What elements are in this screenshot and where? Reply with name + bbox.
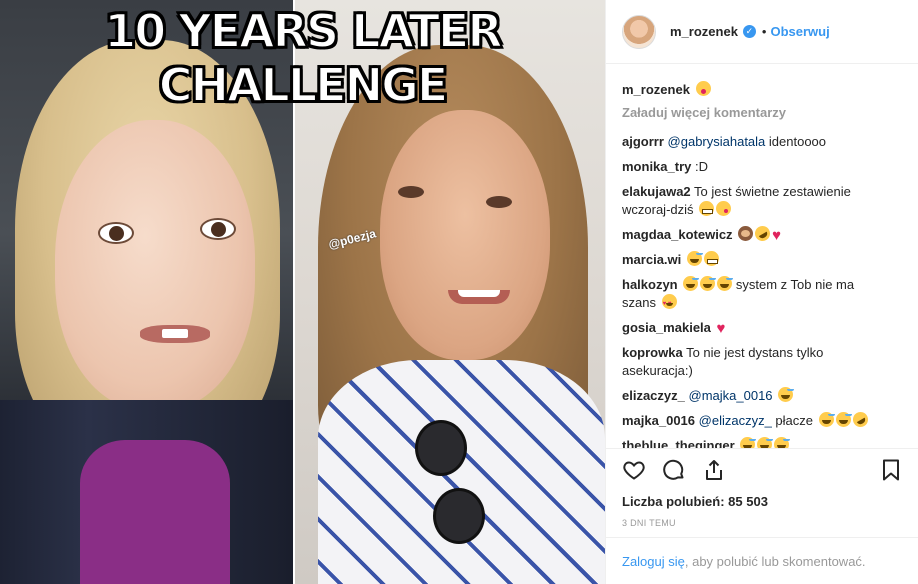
woman-mouth	[448, 290, 510, 304]
action-row	[622, 457, 903, 483]
tongue-wink-emoji-icon	[695, 81, 711, 96]
header-username[interactable]: m_rozenek	[670, 24, 738, 39]
sweat-smile-emoji-icon	[686, 251, 702, 266]
post-actions: Liczba polubień: 85 503 3 DNI TEMU	[606, 448, 918, 528]
comment-username[interactable]: koprowka	[622, 345, 683, 360]
login-prompt: Zaloguj się, aby polubić lub skomentować…	[606, 537, 918, 584]
woman-left-eye	[398, 186, 424, 198]
avatar[interactable]	[622, 14, 656, 49]
comment-username[interactable]: halkozyn	[622, 277, 678, 292]
likes-count[interactable]: Liczba polubień: 85 503	[622, 494, 903, 509]
follow-button[interactable]: Obserwuj	[770, 24, 829, 39]
post-image[interactable]: 10 YEARS LATER CHALLENGE @p0ezja	[0, 0, 605, 584]
post-timestamp: 3 DNI TEMU	[622, 518, 676, 528]
woman-right-eye	[486, 196, 512, 208]
child-face	[55, 120, 255, 410]
caption-username[interactable]: m_rozenek	[622, 82, 690, 97]
comment-row: halkozyn system z Tob nie ma szans	[622, 276, 903, 313]
sweat-smile-emoji-icon	[778, 387, 794, 402]
comment-username[interactable]: theblue_theginger	[622, 438, 735, 448]
rofl-emoji-icon	[752, 223, 773, 244]
sweat-smile-emoji-icon	[683, 276, 699, 291]
monkey-emoji-icon	[738, 226, 754, 241]
comment-mention[interactable]: @majka_0016	[689, 388, 773, 403]
post-header: m_rozenek ✓ • Obserwuj	[606, 0, 918, 64]
comment-text: identoooo	[765, 134, 827, 149]
comment-row: majka_0016 @elizaczyz_ płacze	[622, 409, 903, 430]
comment-row: koprowka To nie jest dystans tylko aseku…	[622, 344, 903, 380]
comment-username[interactable]: monika_try	[622, 159, 691, 174]
sweat-smile-emoji-icon	[717, 276, 733, 291]
comment-row: theblue_theginger	[622, 437, 903, 448]
comment-text: płacze	[771, 413, 814, 428]
comment-mention[interactable]: @elizaczyz_	[699, 413, 772, 428]
wink-emoji-icon	[716, 201, 732, 216]
comment-username[interactable]: gosia_makiela	[622, 320, 711, 335]
post-sidebar: m_rozenek ✓ • Obserwuj m_rozenek Załaduj…	[605, 0, 918, 584]
login-prompt-text: , aby polubić lub skomentować.	[684, 554, 866, 569]
child-right-eye	[200, 218, 236, 240]
sweat-smile-emoji-icon	[700, 276, 716, 291]
child-mouth	[140, 325, 210, 343]
sunglasses	[415, 420, 495, 550]
sweat-smile-emoji-icon	[818, 412, 834, 427]
comment-row: magdaa_kotewicz ♥	[622, 223, 903, 244]
verified-badge-icon: ✓	[742, 25, 756, 38]
comment-username[interactable]: elizaczyz_	[622, 388, 685, 403]
comment-bubble-icon[interactable]	[662, 458, 686, 482]
comment-row: elizaczyz_ @majka_0016	[622, 387, 903, 405]
grimace-emoji-icon	[699, 201, 715, 216]
bookmark-icon[interactable]	[879, 458, 903, 482]
login-link[interactable]: Zaloguj się	[622, 554, 685, 569]
comment-username[interactable]: magdaa_kotewicz	[622, 227, 733, 242]
heart-emoji-icon: ♥	[772, 227, 782, 244]
comment-text: :D	[691, 159, 708, 174]
heart-emoji-icon: ♥	[716, 320, 726, 337]
comments-list[interactable]: m_rozenek Załaduj więcej komentarzy ajgo…	[606, 64, 918, 448]
comment-username[interactable]: elakujawa2	[622, 184, 691, 199]
caption: m_rozenek	[622, 81, 903, 99]
share-icon[interactable]	[702, 458, 726, 482]
comment-mention[interactable]: @gabrysiahatala	[668, 134, 766, 149]
grimace-emoji-icon	[703, 251, 719, 266]
woman-face	[380, 110, 550, 360]
load-more-comments-button[interactable]: Załaduj więcej komentarzy	[622, 105, 903, 120]
comment-row: marcia.wi	[622, 251, 903, 269]
comment-row: ajgorrr @gabrysiahatala identoooo	[622, 133, 903, 151]
comment-row: elakujawa2 To jest świetne zestawienie w…	[622, 183, 903, 219]
heart-eyes-emoji-icon	[661, 294, 677, 313]
sweat-smile-emoji-icon	[757, 437, 773, 448]
comment-row: gosia_makiela ♥	[622, 319, 903, 337]
heart-outline-icon[interactable]	[622, 458, 646, 482]
sweat-smile-emoji-icon	[774, 437, 790, 448]
child-left-eye	[98, 222, 134, 244]
comment-username[interactable]: majka_0016	[622, 413, 695, 428]
comment-username[interactable]: ajgorrr	[622, 134, 664, 149]
header-separator: •	[761, 24, 767, 39]
sweat-smile-emoji-icon	[740, 437, 756, 448]
rofl-emoji-icon	[849, 409, 871, 430]
comment-row: monika_try :D	[622, 158, 903, 176]
comment-username[interactable]: marcia.wi	[622, 252, 681, 267]
child-shirt	[80, 440, 230, 584]
sweat-smile-emoji-icon	[835, 412, 851, 427]
challenge-title: 10 YEARS LATER CHALLENGE	[103, 3, 504, 113]
